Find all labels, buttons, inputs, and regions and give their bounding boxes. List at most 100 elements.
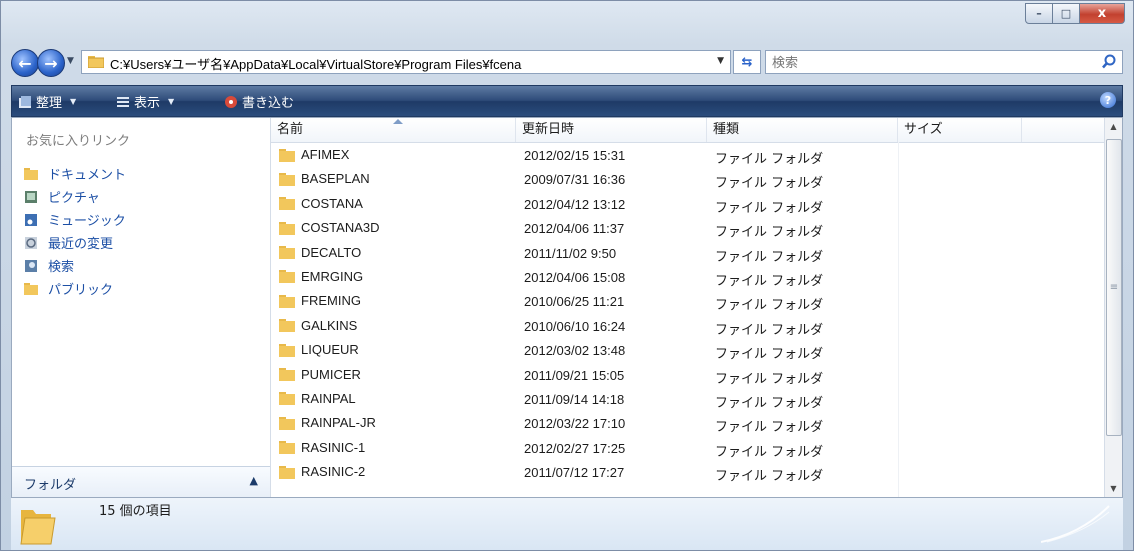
favorite-link-public[interactable]: パブリック: [24, 277, 126, 300]
file-row[interactable]: RAINPAL-JR 2012/03/22 17:10 ファイル フォルダ: [271, 412, 1104, 436]
file-name: EMRGING: [301, 268, 364, 284]
address-row: ← → ▼ C:¥Users¥ユーザ名¥AppData¥Local¥Virtua…: [11, 47, 1123, 77]
column-header-type[interactable]: 種類: [707, 118, 898, 142]
recent-pages-dropdown[interactable]: ▼: [67, 56, 74, 66]
file-modified: 2009/07/31 16:36: [524, 172, 626, 188]
file-type: ファイル フォルダ: [715, 176, 824, 192]
file-name: LIQUEUR: [301, 342, 359, 358]
help-button[interactable]: ?: [1100, 92, 1116, 108]
search-input[interactable]: [770, 53, 1074, 73]
file-modified: 2012/02/27 17:25: [524, 440, 626, 456]
file-name: PUMICER: [301, 366, 361, 382]
chevron-down-icon: ▼: [70, 97, 77, 106]
search-box[interactable]: [765, 50, 1123, 74]
chevron-up-icon: ▲: [249, 474, 258, 487]
maximize-button[interactable]: □: [1053, 3, 1080, 24]
chevron-down-icon: ▼: [168, 97, 175, 106]
favorite-link-recent-changes[interactable]: 最近の変更: [24, 231, 126, 254]
file-type: ファイル フォルダ: [715, 444, 824, 460]
file-name: BASEPLAN: [301, 171, 370, 187]
folder-icon: [279, 319, 295, 333]
column-header-name[interactable]: 名前: [271, 118, 516, 142]
scroll-up-icon[interactable]: ▲: [1105, 118, 1122, 135]
folders-label: フォルダ: [24, 478, 77, 493]
file-row[interactable]: COSTANA 2012/04/12 13:12 ファイル フォルダ: [271, 193, 1104, 217]
file-type: ファイル フォルダ: [715, 420, 824, 436]
file-row[interactable]: AFIMEX 2012/02/15 15:31 ファイル フォルダ: [271, 144, 1104, 168]
favorite-link-label: ドキュメント: [48, 168, 127, 183]
file-name: COSTANA: [301, 195, 363, 211]
file-type: ファイル フォルダ: [715, 249, 824, 265]
file-modified: 2011/09/14 14:18: [524, 391, 625, 407]
file-name: DECALTO: [301, 244, 362, 260]
favorite-links: ドキュメント ピクチャ ミュージック 最近の変更 検索 パブリック: [24, 162, 126, 300]
file-row[interactable]: COSTANA3D 2012/04/06 11:37 ファイル フォルダ: [271, 217, 1104, 241]
address-bar[interactable]: C:¥Users¥ユーザ名¥AppData¥Local¥VirtualStore…: [81, 50, 731, 74]
minimize-icon: –: [1036, 7, 1042, 20]
column-header-size[interactable]: サイズ: [898, 118, 1022, 142]
file-type: ファイル フォルダ: [715, 347, 824, 363]
back-button[interactable]: ←: [11, 49, 39, 77]
file-row[interactable]: RASINIC-2 2011/07/12 17:27 ファイル フォルダ: [271, 461, 1104, 485]
file-row[interactable]: BASEPLAN 2009/07/31 16:36 ファイル フォルダ: [271, 168, 1104, 192]
forward-arrow-icon: →: [44, 53, 58, 73]
favorite-link-documents[interactable]: ドキュメント: [24, 162, 126, 185]
file-name: FREMING: [301, 293, 361, 309]
scroll-down-icon[interactable]: ▼: [1105, 480, 1122, 497]
back-arrow-icon: ←: [18, 53, 32, 73]
close-icon: x: [1097, 6, 1107, 21]
file-type: ファイル フォルダ: [715, 200, 824, 216]
folders-toggle[interactable]: フォルダ ▲: [12, 466, 270, 497]
close-button[interactable]: x: [1080, 3, 1125, 24]
minimize-button[interactable]: –: [1025, 3, 1053, 24]
file-row[interactable]: EMRGING 2012/04/06 15:08 ファイル フォルダ: [271, 266, 1104, 290]
folder-icon: [279, 246, 295, 260]
file-modified: 2011/11/02 9:50: [524, 245, 617, 261]
file-row[interactable]: PUMICER 2011/09/21 15:05 ファイル フォルダ: [271, 364, 1104, 388]
favorite-link-label: ピクチャ: [48, 191, 100, 206]
views-menu[interactable]: 表示 ▼: [116, 92, 174, 111]
file-row[interactable]: DECALTO 2011/11/02 9:50 ファイル フォルダ: [271, 242, 1104, 266]
forward-button[interactable]: →: [37, 49, 65, 77]
favorite-link-pictures[interactable]: ピクチャ: [24, 185, 126, 208]
organize-icon: [19, 95, 31, 108]
file-modified: 2010/06/25 11:21: [524, 294, 625, 310]
organize-menu[interactable]: 整理 ▼: [18, 92, 76, 111]
file-list: 名前 更新日時 種類 サイズ AFIMEX 2012/02/15 15:31 ファイ…: [271, 118, 1122, 497]
search-icon[interactable]: [1100, 53, 1118, 71]
file-row[interactable]: RASINIC-1 2012/02/27 17:25 ファイル フォルダ: [271, 437, 1104, 461]
views-label: 表示: [134, 96, 161, 111]
item-count: 15 個の項目: [99, 504, 172, 519]
column-headers: 名前 更新日時 種類 サイズ: [271, 118, 1104, 143]
vertical-scrollbar[interactable]: ▲ ≡ ▼: [1104, 118, 1122, 497]
folder-icon: [24, 167, 38, 180]
recent-changes-icon: [25, 236, 37, 249]
burn-button[interactable]: 書き込む: [224, 92, 294, 111]
file-name: RAINPAL-JR: [301, 415, 376, 431]
folder-icon: [279, 148, 295, 162]
favorite-link-label: ミュージック: [48, 214, 126, 229]
scroll-thumb[interactable]: ≡: [1106, 139, 1122, 436]
file-row[interactable]: GALKINS 2010/06/10 16:24 ファイル フォルダ: [271, 315, 1104, 339]
file-modified: 2012/04/06 11:37: [524, 221, 625, 237]
organize-label: 整理: [36, 96, 63, 111]
file-modified: 2010/06/10 16:24: [524, 318, 626, 334]
folder-icon: [279, 270, 295, 284]
column-header-modified[interactable]: 更新日時: [516, 118, 707, 142]
file-type: ファイル フォルダ: [715, 152, 824, 167]
refresh-button[interactable]: ⇆: [733, 50, 761, 74]
file-row[interactable]: RAINPAL 2011/09/14 14:18 ファイル フォルダ: [271, 388, 1104, 412]
file-row[interactable]: FREMING 2010/06/25 11:21 ファイル フォルダ: [271, 290, 1104, 314]
folder-icon: [279, 465, 295, 479]
address-dropdown-icon[interactable]: ▼: [717, 56, 724, 66]
views-icon: [117, 96, 129, 107]
favorite-link-label: 最近の変更: [48, 237, 114, 252]
refresh-icon: ⇆: [741, 54, 753, 70]
favorite-link-music[interactable]: ミュージック: [24, 208, 126, 231]
file-row[interactable]: LIQUEUR 2012/03/02 13:48 ファイル フォルダ: [271, 339, 1104, 363]
address-path: C:¥Users¥ユーザ名¥AppData¥Local¥VirtualStore…: [110, 57, 522, 72]
folder-icon: [279, 172, 295, 186]
search-icon: [25, 259, 37, 272]
favorite-link-searches[interactable]: 検索: [24, 254, 126, 277]
file-type: ファイル フォルダ: [715, 298, 824, 314]
